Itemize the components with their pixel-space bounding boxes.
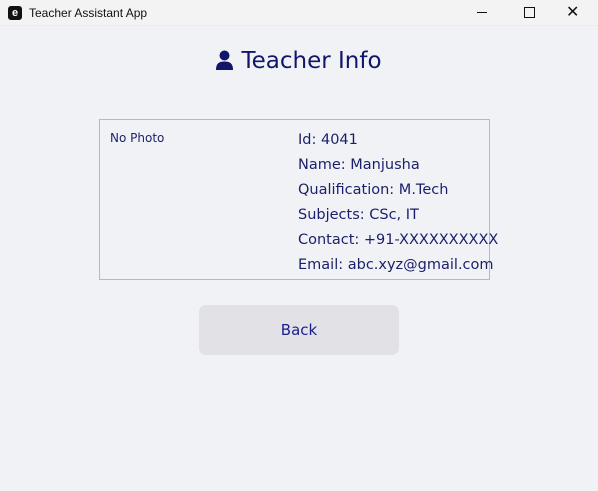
title-bar: e Teacher Assistant App ✕ (0, 0, 598, 26)
close-icon: ✕ (566, 2, 580, 21)
close-button[interactable]: ✕ (552, 0, 598, 25)
teacher-qualification: Qualification: M.Tech (298, 182, 449, 198)
teacher-info-card: No Photo Id: 4041 Name: Manjusha Qualifi… (99, 119, 498, 280)
maximize-icon (524, 7, 535, 18)
teacher-id: Id: 4041 (298, 132, 358, 148)
app-icon: e (8, 5, 22, 20)
minimize-icon (477, 12, 487, 13)
maximize-button[interactable] (506, 0, 552, 25)
teacher-name: Name: Manjusha (298, 157, 420, 173)
minimize-button[interactable] (460, 0, 506, 25)
person-icon (216, 50, 234, 70)
window-controls: ✕ (460, 0, 598, 25)
page-heading: Teacher Info (0, 48, 598, 74)
back-button[interactable]: Back (199, 305, 399, 355)
window-title: Teacher Assistant App (29, 5, 148, 20)
teacher-details: Id: 4041 Name: Manjusha Qualification: M… (298, 128, 498, 278)
page-title: Teacher Info (241, 48, 382, 74)
teacher-contact: Contact: +91-XXXXXXXXXX (298, 232, 499, 248)
teacher-subjects: Subjects: CSc, IT (298, 207, 419, 223)
photo-placeholder: No Photo (110, 131, 165, 145)
teacher-email: Email: abc.xyz@gmail.com (298, 257, 494, 273)
